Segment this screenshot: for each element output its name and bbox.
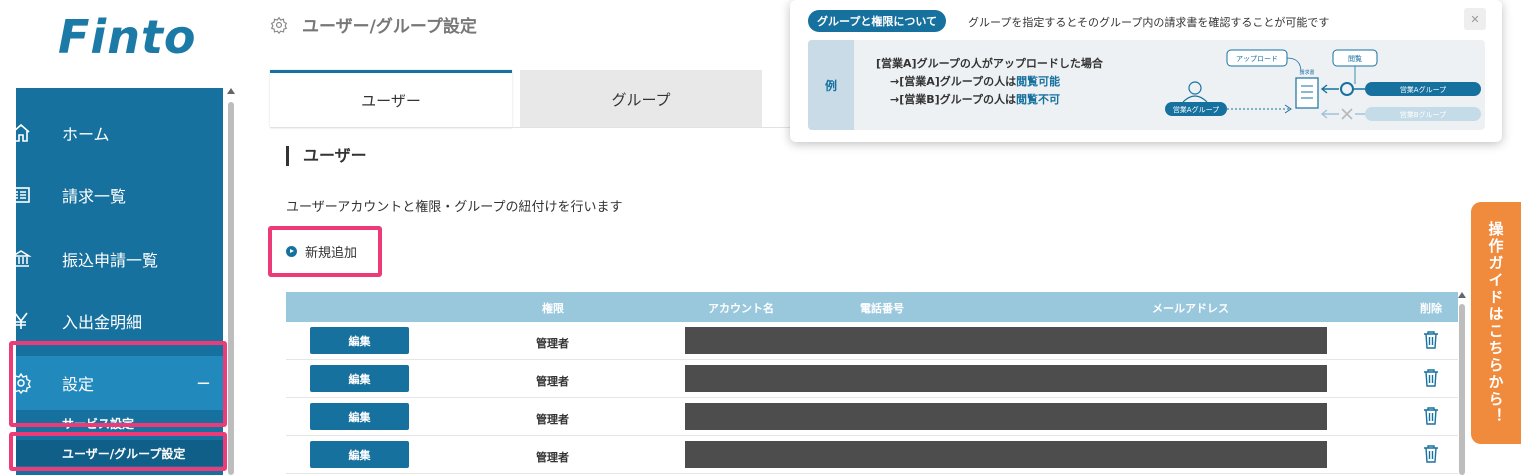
example-lines: [営業A]グループの人がアップロードした場合 →[営業A]グループの人は閲覧可能…: [876, 55, 1103, 109]
popup-text: グループを指定するとそのグループ内の請求書を確認することが可能です: [968, 16, 1330, 29]
scrollbar-thumb[interactable]: [1459, 304, 1465, 475]
section-description: ユーザーアカウントと権限・グループの紐付けを行います: [286, 200, 623, 215]
bank-icon: [8, 246, 34, 272]
column-header-email: メールアドレス: [1152, 302, 1229, 315]
scrollbar-thumb[interactable]: [228, 102, 234, 475]
diagram-doc-label: 請求書: [1299, 69, 1314, 76]
sidebar-item-label: 入出金明細: [62, 313, 143, 332]
page-title: ユーザー/グループ設定: [270, 12, 477, 37]
sidebar-item-label: 振込申請一覧: [62, 251, 159, 270]
example-box: 例 [営業A]グループの人がアップロードした場合 →[営業A]グループの人は閲覧…: [808, 40, 1485, 130]
example-line-1: [営業A]グループの人がアップロードした場合: [876, 57, 1103, 70]
diagram-view-label: 閲覧: [1348, 54, 1362, 63]
popup-pill: グループと権限について: [808, 10, 947, 32]
home-icon: [8, 120, 34, 146]
table-row: 編集 管理者: [286, 398, 1458, 436]
example-line-3: →[営業B]グループの人は閲覧不可: [890, 93, 1060, 106]
role-cell: 管理者: [536, 451, 569, 464]
table-row: 編集 管理者: [286, 322, 1458, 360]
section-title: ユーザー: [286, 146, 367, 166]
permission-diagram: アップロード 営業Aグループ 請求書 閲覧 営業Aグループ 営業Bグループ: [1165, 49, 1481, 121]
sidebar-item-label: ホーム: [62, 125, 110, 144]
edit-button[interactable]: 編集: [310, 441, 409, 468]
yen-icon: [8, 308, 34, 334]
table-row: 編集 管理者: [286, 436, 1458, 474]
highlight-settings: [9, 341, 227, 427]
trash-icon[interactable]: [1423, 368, 1439, 388]
tab-user[interactable]: ユーザー: [270, 70, 512, 128]
column-header-delete: 削除: [1420, 302, 1442, 315]
diagram-group-a-right: 営業Aグループ: [1400, 85, 1446, 94]
table-row: 編集 管理者: [286, 360, 1458, 398]
diagram-group-b-right: 営業Bグループ: [1400, 110, 1446, 119]
role-cell: 管理者: [536, 375, 569, 388]
edit-button[interactable]: 編集: [310, 365, 409, 392]
close-icon[interactable]: ✕: [1464, 8, 1486, 30]
redacted-account-info: [685, 327, 1327, 354]
column-header-phone: 電話番号: [860, 302, 904, 315]
scroll-up-arrow-icon[interactable]: [1458, 292, 1466, 298]
scroll-up-arrow-icon[interactable]: [227, 88, 235, 94]
table-scrollbar[interactable]: [1458, 292, 1466, 475]
example-label: 例: [808, 40, 854, 130]
tab-group[interactable]: グループ: [520, 70, 762, 128]
column-header-role: 権限: [542, 302, 564, 315]
sidebar-scrollbar[interactable]: [227, 88, 235, 475]
redacted-account-info: [685, 403, 1327, 430]
column-header-account-name: アカウント名: [708, 302, 774, 315]
operation-guide-button[interactable]: 操作ガイドはこちらから！: [1471, 202, 1521, 444]
edit-button[interactable]: 編集: [310, 327, 409, 354]
role-cell: 管理者: [536, 337, 569, 350]
highlight-user-group-settings: [9, 432, 227, 471]
gear-icon: [270, 16, 288, 34]
redacted-account-info: [685, 365, 1327, 392]
sidebar-item-statements[interactable]: 入出金明細: [14, 294, 223, 348]
finto-logo[interactable]: Finto: [58, 10, 197, 64]
example-line-2: →[営業A]グループの人は閲覧可能: [890, 75, 1061, 88]
redacted-account-info: [685, 441, 1327, 468]
edit-button[interactable]: 編集: [310, 403, 409, 430]
trash-icon[interactable]: [1423, 406, 1439, 426]
sidebar-item-home[interactable]: ホーム: [12, 106, 223, 160]
page-title-text: ユーザー/グループ設定: [302, 17, 477, 37]
trash-icon[interactable]: [1423, 330, 1439, 350]
sidebar-item-label: 請求一覧: [62, 187, 127, 206]
role-cell: 管理者: [536, 413, 569, 426]
sidebar-item-transfers[interactable]: 振込申請一覧: [10, 232, 223, 286]
table-header: 権限 アカウント名 電話番号 メールアドレス 削除: [286, 292, 1458, 322]
diagram-upload-label: アップロード: [1236, 55, 1278, 63]
highlight-add-new: [268, 226, 382, 277]
list-icon: [8, 182, 34, 208]
sidebar-item-invoices[interactable]: 請求一覧: [12, 168, 223, 222]
diagram-group-a-left: 営業Aグループ: [1173, 105, 1219, 114]
group-permission-popup: グループと権限について グループを指定するとそのグループ内の請求書を確認すること…: [790, 0, 1502, 142]
trash-icon[interactable]: [1423, 444, 1439, 464]
